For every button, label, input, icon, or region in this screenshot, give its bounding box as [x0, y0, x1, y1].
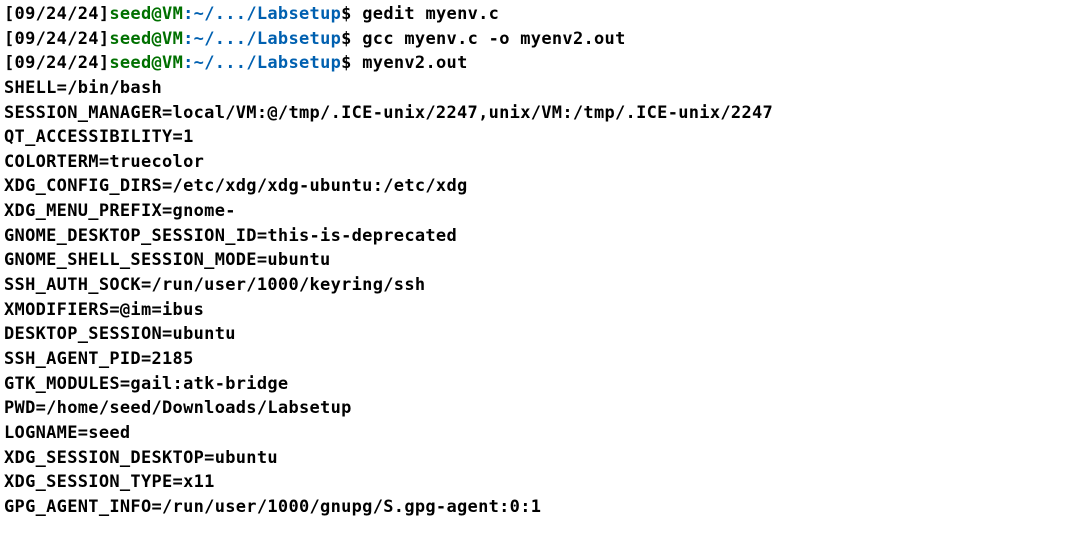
command-text: gedit myenv.c [362, 4, 499, 24]
output-line: XDG_SESSION_TYPE=x11 [4, 470, 1069, 495]
output-line: GPG_AGENT_INFO=/run/user/1000/gnupg/S.gp… [4, 495, 1069, 520]
output-line: COLORTERM=truecolor [4, 150, 1069, 175]
date-bracket: [09/24/24] [4, 53, 109, 73]
prompt-line-2[interactable]: [09/24/24]seed@VM:~/.../Labsetup$ gcc my… [4, 27, 1069, 52]
prompt-dollar: $ [341, 29, 352, 49]
prompt-path: ~/.../Labsetup [194, 29, 342, 49]
output-line: SSH_AGENT_PID=2185 [4, 347, 1069, 372]
output-line: GTK_MODULES=gail:atk-bridge [4, 372, 1069, 397]
output-line: SESSION_MANAGER=local/VM:@/tmp/.ICE-unix… [4, 101, 1069, 126]
prompt-line-3[interactable]: [09/24/24]seed@VM:~/.../Labsetup$ myenv2… [4, 51, 1069, 76]
prompt-dollar: $ [341, 4, 352, 24]
prompt-line-1[interactable]: [09/24/24]seed@VM:~/.../Labsetup$ gedit … [4, 2, 1069, 27]
prompt-colon: : [183, 29, 194, 49]
user-host: seed@VM [109, 4, 183, 24]
date-bracket: [09/24/24] [4, 29, 109, 49]
user-host: seed@VM [109, 29, 183, 49]
command-text: myenv2.out [362, 53, 467, 73]
output-line: XDG_CONFIG_DIRS=/etc/xdg/xdg-ubuntu:/etc… [4, 174, 1069, 199]
prompt-colon: : [183, 53, 194, 73]
output-line: GNOME_SHELL_SESSION_MODE=ubuntu [4, 248, 1069, 273]
output-line: GNOME_DESKTOP_SESSION_ID=this-is-depreca… [4, 224, 1069, 249]
user-host: seed@VM [109, 53, 183, 73]
output-line: SHELL=/bin/bash [4, 76, 1069, 101]
output-line: QT_ACCESSIBILITY=1 [4, 125, 1069, 150]
output-line: DESKTOP_SESSION=ubuntu [4, 322, 1069, 347]
output-line: XMODIFIERS=@im=ibus [4, 298, 1069, 323]
output-line: SSH_AUTH_SOCK=/run/user/1000/keyring/ssh [4, 273, 1069, 298]
output-line: LOGNAME=seed [4, 421, 1069, 446]
output-line: XDG_MENU_PREFIX=gnome- [4, 199, 1069, 224]
prompt-path: ~/.../Labsetup [194, 53, 342, 73]
prompt-path: ~/.../Labsetup [194, 4, 342, 24]
prompt-colon: : [183, 4, 194, 24]
prompt-dollar: $ [341, 53, 352, 73]
output-line: PWD=/home/seed/Downloads/Labsetup [4, 396, 1069, 421]
date-bracket: [09/24/24] [4, 4, 109, 24]
output-line: XDG_SESSION_DESKTOP=ubuntu [4, 446, 1069, 471]
command-text: gcc myenv.c -o myenv2.out [362, 29, 625, 49]
